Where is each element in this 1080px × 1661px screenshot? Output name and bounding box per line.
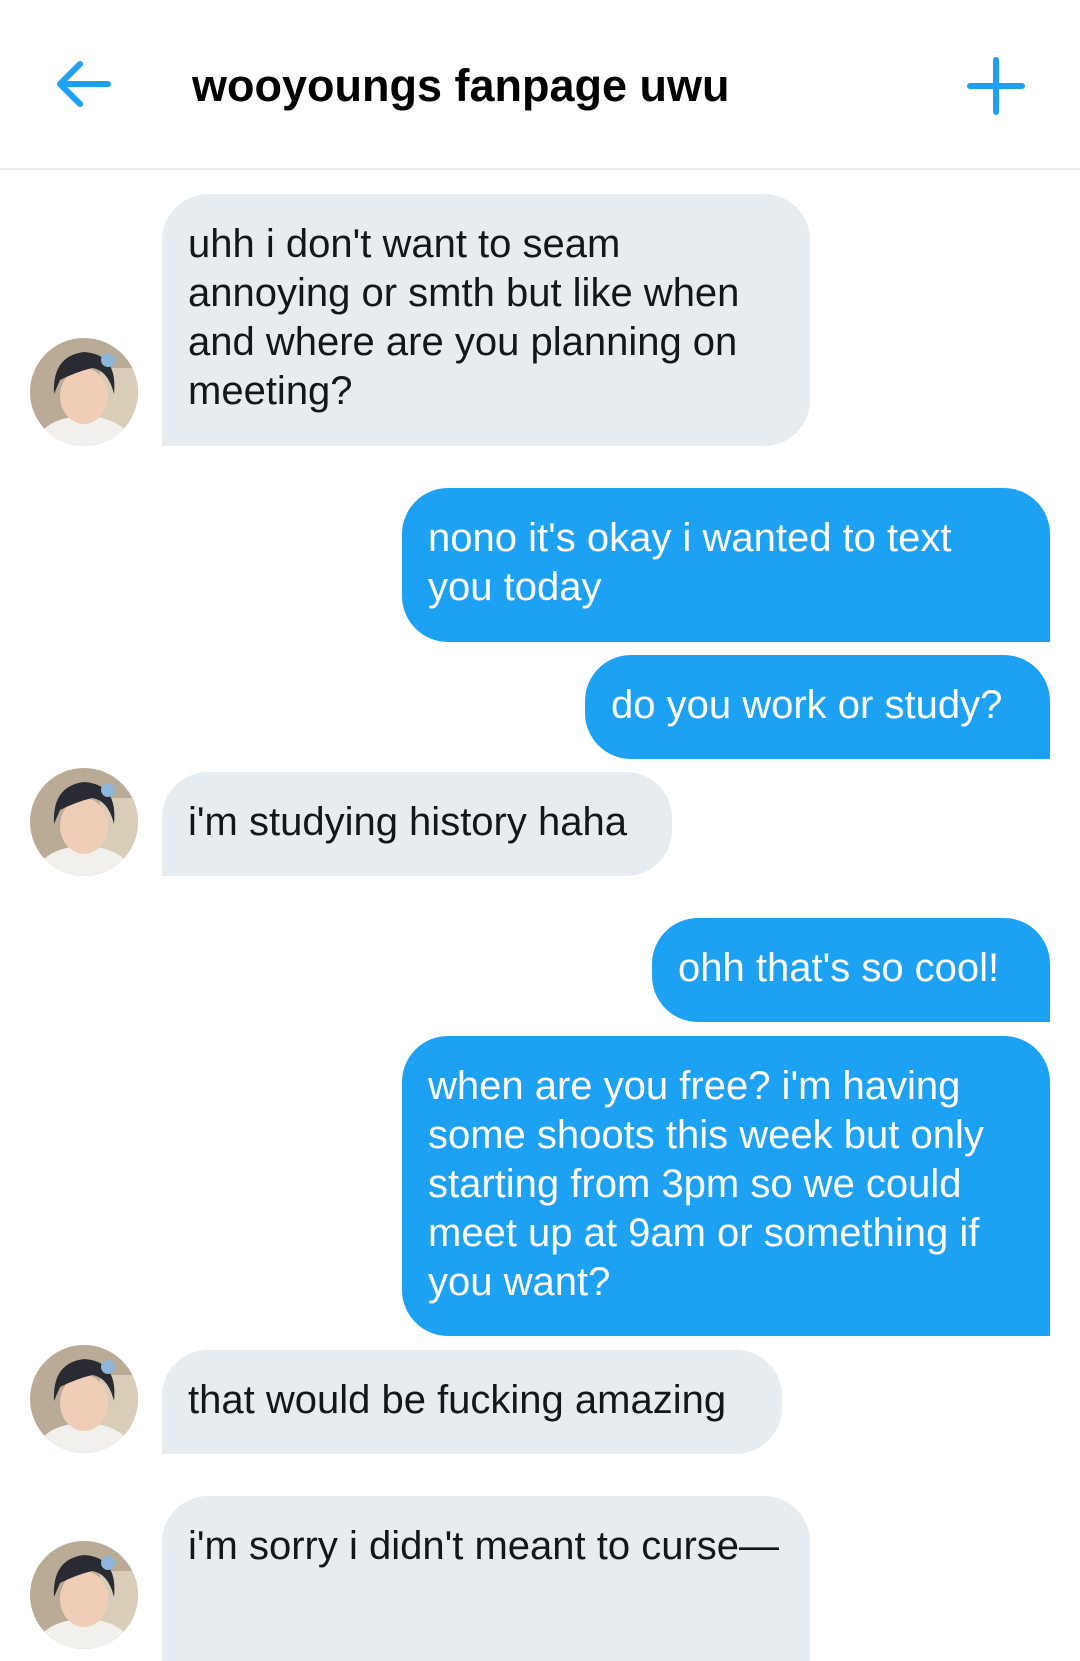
incoming-message: that would be fucking amazing <box>162 1350 782 1454</box>
outgoing-message: do you work or study? <box>585 655 1050 759</box>
incoming-message: i'm sorry i didn't meant to curse— <box>162 1496 810 1661</box>
arrow-left-icon <box>57 61 111 107</box>
conversation-title: wooyoungs fanpage uwu <box>192 60 730 111</box>
contact-avatar[interactable] <box>30 768 138 876</box>
contact-avatar[interactable] <box>30 1541 138 1649</box>
outgoing-message: nono it's okay i wanted to text you toda… <box>402 488 1050 642</box>
add-button[interactable] <box>966 56 1026 116</box>
outgoing-message: when are you free? i'm having some shoot… <box>402 1036 1050 1336</box>
back-button[interactable] <box>52 56 116 112</box>
plus-icon <box>967 57 1025 115</box>
incoming-message: uhh i don't want to seam annoying or smt… <box>162 194 810 446</box>
incoming-message: i'm studying history haha <box>162 772 672 876</box>
conversation-header: wooyoungs fanpage uwu <box>0 0 1080 170</box>
contact-avatar[interactable] <box>30 1345 138 1453</box>
outgoing-message: ohh that's so cool! <box>652 918 1050 1022</box>
contact-avatar[interactable] <box>30 338 138 446</box>
